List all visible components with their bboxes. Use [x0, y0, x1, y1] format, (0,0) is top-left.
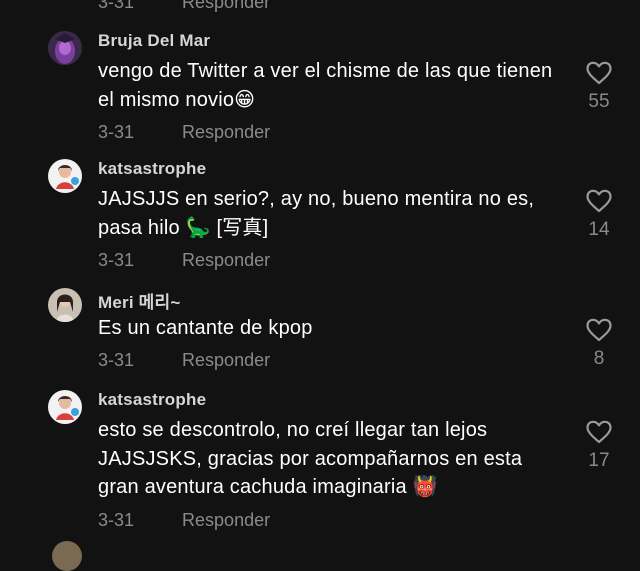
like-count: 14: [588, 219, 610, 240]
comment-date: 3-31: [98, 250, 135, 270]
comment-text: Es un cantante de kpop: [98, 317, 313, 339]
reply-button[interactable]: Responder: [182, 510, 270, 531]
comment-username[interactable]: katsastrophe: [98, 159, 206, 179]
comment-meta: 3-31 Responder: [98, 510, 270, 531]
reply-button[interactable]: Responder: [182, 122, 270, 143]
heart-outline-icon: [586, 61, 612, 85]
avatar[interactable]: [48, 288, 82, 322]
comment-text: vengo de Twitter a ver el chisme de las …: [98, 60, 553, 111]
avatar[interactable]: [48, 390, 82, 424]
previous-comment-meta: 3-31 Responder: [98, 0, 270, 13]
like-count: 17: [588, 450, 610, 471]
reply-button[interactable]: Responder: [182, 350, 270, 371]
like-button[interactable]: 17: [579, 420, 619, 472]
avatar[interactable]: [48, 159, 82, 193]
avatar-image-icon: [48, 159, 82, 193]
like-button[interactable]: 14: [579, 189, 619, 241]
heart-outline-icon: [586, 189, 612, 213]
comment-date: 3-31: [98, 510, 135, 530]
reply-button[interactable]: Responder: [182, 250, 270, 271]
comment-date: 3-31: [98, 350, 135, 370]
comment-text: JAJSJJS en serio?, ay no, bueno mentira …: [98, 188, 535, 239]
avatar-image-icon: [48, 31, 82, 65]
like-button[interactable]: 8: [579, 318, 619, 370]
reply-button[interactable]: Responder: [182, 0, 270, 13]
comment-meta: 3-31 Responder: [98, 250, 270, 271]
comment-date: 3-31: [98, 122, 135, 142]
comment-username[interactable]: Bruja Del Mar: [98, 31, 210, 51]
comment-username[interactable]: katsastrophe: [98, 390, 206, 410]
like-count: 8: [593, 348, 605, 369]
like-count: 55: [588, 91, 610, 112]
comment-username[interactable]: Meri 메리~: [98, 288, 181, 313]
heart-outline-icon: [586, 318, 612, 342]
comment-meta: 3-31 Responder: [98, 350, 270, 371]
comment-text: esto se descontrolo, no creí llegar tan …: [98, 419, 523, 498]
avatar[interactable]: [48, 31, 82, 65]
like-button[interactable]: 55: [579, 61, 619, 113]
comment-date: 3-31: [98, 0, 135, 12]
avatar-image-icon: [48, 288, 82, 322]
heart-outline-icon: [586, 420, 612, 444]
avatar-image-icon: [48, 390, 82, 424]
comment-meta: 3-31 Responder: [98, 122, 270, 143]
